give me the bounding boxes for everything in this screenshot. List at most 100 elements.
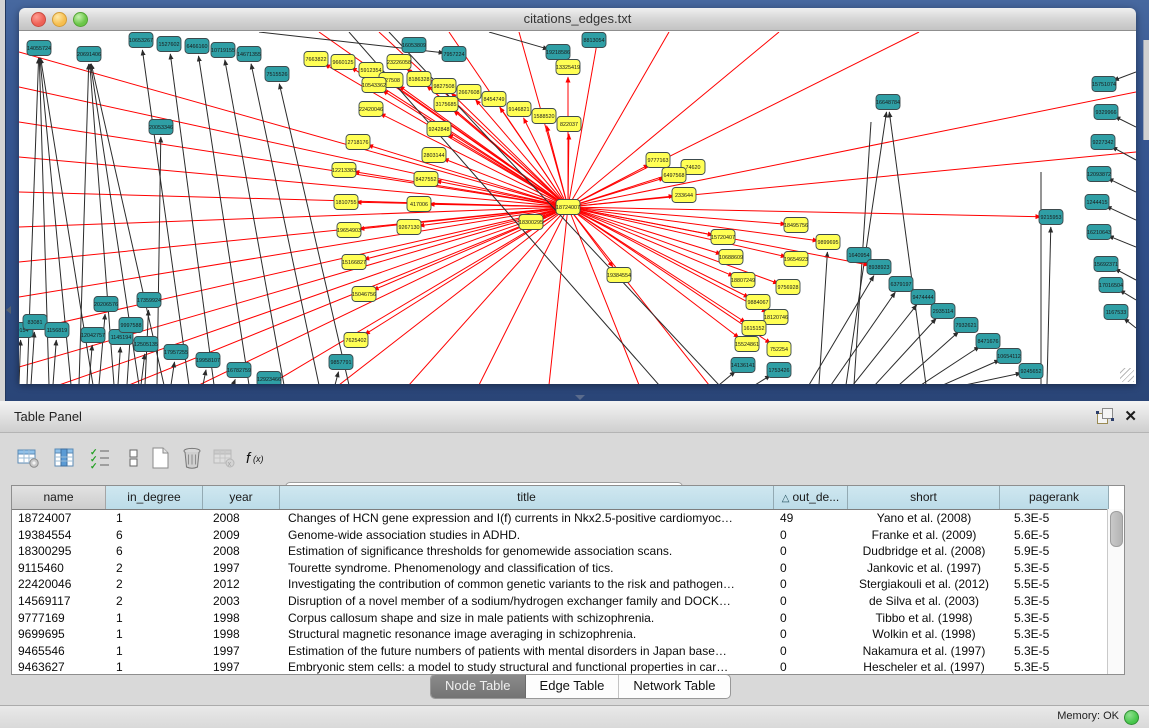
network-node[interactable]: 18300295 (519, 215, 543, 230)
network-node[interactable]: 12093872 (1087, 167, 1111, 182)
network-node[interactable]: 8454749 (482, 92, 506, 107)
network-node[interactable]: 1810755 (334, 195, 358, 210)
network-node[interactable]: 15166827 (342, 255, 366, 270)
panel-collapse-arrow-icon[interactable] (6, 306, 11, 314)
network-node[interactable]: 9329966 (1094, 105, 1118, 120)
network-node[interactable]: 8938923 (867, 260, 891, 275)
network-node[interactable]: 6466160 (185, 39, 209, 54)
network-node[interactable]: 1244415 (1085, 195, 1109, 210)
table-settings-button[interactable] (14, 444, 42, 472)
network-node[interactable]: 9267130 (397, 220, 421, 235)
network-node[interactable]: 15046756 (352, 287, 376, 302)
network-node[interactable]: 19384554 (607, 268, 631, 283)
column-header-out_de[interactable]: △out_de... (774, 486, 848, 509)
network-node[interactable]: 9997588 (119, 318, 143, 333)
network-node[interactable]: 14136141 (731, 358, 755, 373)
network-node[interactable]: 7515526 (265, 67, 289, 82)
network-node[interactable]: 18120746 (764, 310, 788, 325)
network-node[interactable]: 6497568 (662, 168, 686, 183)
network-node[interactable]: 1527602 (157, 37, 181, 52)
network-node[interactable]: 14055724 (27, 41, 51, 56)
network-node[interactable]: 83081 (23, 315, 47, 330)
column-header-year[interactable]: year (203, 486, 280, 509)
delete-rows-button[interactable] (178, 444, 206, 472)
table-row[interactable]: 946554611997Estimation of the future num… (12, 643, 1124, 660)
network-node[interactable]: 17359924 (137, 293, 161, 308)
table-row[interactable]: 1938455462009Genome-wide association stu… (12, 527, 1124, 544)
network-node[interactable]: 20053346 (149, 120, 173, 135)
network-node[interactable]: 13325419 (556, 60, 580, 75)
network-node[interactable]: 2667608 (457, 85, 481, 100)
network-node[interactable]: 2718176 (346, 135, 370, 150)
tab-edge-table[interactable]: Edge Table (526, 675, 620, 698)
network-node[interactable]: 1615152 (742, 321, 766, 336)
close-panel-icon[interactable]: ✕ (1124, 407, 1137, 425)
network-node[interactable]: 18724007 (556, 200, 580, 215)
network-node[interactable]: 17957255 (164, 345, 188, 360)
network-node[interactable]: 8471676 (976, 334, 1000, 349)
table-row[interactable]: 1872400712008Changes of HCN gene express… (12, 510, 1124, 527)
vertical-scrollbar[interactable] (1107, 509, 1124, 674)
network-node[interactable]: 18807249 (731, 273, 755, 288)
row-checklist-button[interactable]: ✓✓✓ (86, 444, 114, 472)
column-header-pagerank[interactable]: pagerank (1000, 486, 1109, 509)
network-node[interactable]: 22420046 (359, 102, 383, 117)
network-node[interactable]: 7663822 (304, 52, 328, 67)
network-node[interactable]: 12923466 (257, 372, 281, 385)
network-node[interactable]: 15524861 (735, 337, 759, 352)
scrollbar-thumb[interactable] (1110, 511, 1123, 547)
network-node[interactable]: 15692371 (1094, 257, 1118, 272)
network-node[interactable]: 233644 (672, 188, 696, 203)
tab-node-table[interactable]: Node Table (431, 675, 526, 698)
network-node[interactable]: 3175685 (434, 97, 458, 112)
network-node[interactable]: 9146821 (507, 102, 531, 117)
network-node[interactable]: 18495756 (784, 218, 808, 233)
float-panel-icon[interactable] (1097, 408, 1113, 424)
network-node[interactable]: 9899695 (816, 235, 840, 250)
column-selector-button[interactable] (50, 444, 78, 472)
network-canvas[interactable]: 1872400718300295766382296601255912354232… (19, 31, 1136, 384)
network-node[interactable]: 752254 (767, 342, 791, 357)
network-node[interactable]: 15720407 (711, 230, 735, 245)
network-node[interactable]: 9474444 (911, 290, 935, 305)
table-row[interactable]: 911546021997Tourette syndrome. Phenomeno… (12, 560, 1124, 577)
column-header-title[interactable]: title (280, 486, 774, 509)
network-node[interactable]: 9777163 (646, 153, 670, 168)
network-node[interactable]: 8186328 (407, 72, 431, 87)
network-node[interactable]: 9827508 (432, 79, 456, 94)
network-node[interactable]: 10653267 (129, 33, 153, 48)
network-node[interactable]: 12505135 (134, 337, 158, 352)
column-header-in_degree[interactable]: in_degree (106, 486, 203, 509)
network-node[interactable]: 1156819 (45, 323, 69, 338)
column-resize-button[interactable] (120, 444, 148, 472)
table-row[interactable]: 977716911998Corpus callosum shape and si… (12, 610, 1124, 627)
network-node[interactable]: 6379197 (889, 277, 913, 292)
network-node[interactable]: 8427552 (414, 172, 438, 187)
network-node[interactable]: 16053809 (402, 38, 426, 53)
network-node[interactable]: 17016504 (1099, 278, 1123, 293)
network-node[interactable]: 12213383 (332, 163, 356, 178)
network-node[interactable]: 9245652 (1019, 364, 1043, 379)
network-node[interactable]: 10654112 (997, 349, 1021, 364)
table-row[interactable]: 969969511998Structural magnetic resonanc… (12, 626, 1124, 643)
network-node[interactable]: 16648784 (876, 95, 900, 110)
network-node[interactable]: 1588520 (532, 109, 556, 124)
table-row[interactable]: 2242004622012Investigating the contribut… (12, 576, 1124, 593)
network-node[interactable]: 7957224 (442, 47, 466, 62)
network-node[interactable]: 7932621 (954, 318, 978, 333)
new-document-button[interactable] (146, 444, 174, 472)
table-row[interactable]: 1456911722003Disruption of a novel membe… (12, 593, 1124, 610)
network-node[interactable]: 9215953 (1039, 210, 1063, 225)
network-node[interactable]: 10719155 (211, 43, 235, 58)
resize-grip[interactable] (1120, 368, 1134, 382)
network-node[interactable]: 9242848 (427, 122, 451, 137)
network-node[interactable]: 9227342 (1091, 135, 1115, 150)
column-header-short[interactable]: short (848, 486, 1000, 509)
column-header-name[interactable]: name (12, 486, 106, 509)
network-node[interactable]: 15751074 (1092, 77, 1116, 92)
network-node[interactable]: 9884067 (746, 295, 770, 310)
network-node[interactable]: 10543362 (362, 78, 386, 93)
network-node[interactable]: 19654903 (337, 223, 361, 238)
network-node[interactable]: 12042757 (81, 328, 105, 343)
network-node[interactable]: 19218586 (546, 45, 570, 60)
